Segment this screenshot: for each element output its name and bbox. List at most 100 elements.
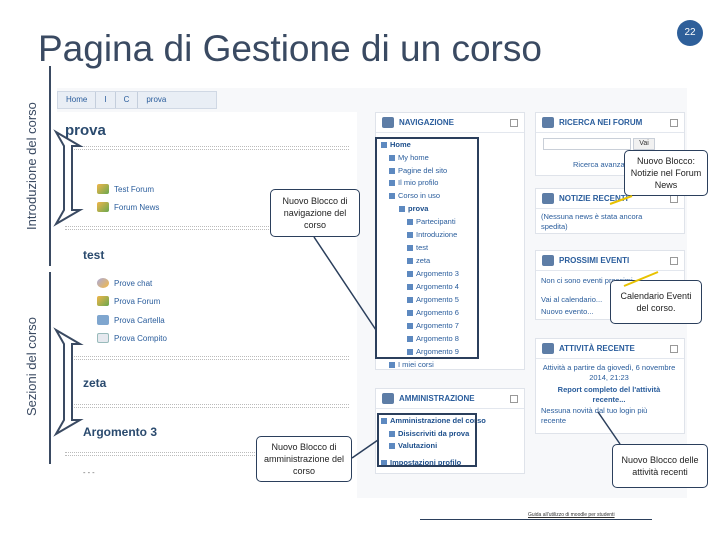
- divider: [65, 404, 349, 408]
- section-test-title[interactable]: test: [83, 248, 104, 262]
- bullet-icon: [381, 459, 387, 466]
- bullet-icon: [389, 167, 395, 174]
- administration-block-header[interactable]: AMMINISTRAZIONE: [376, 389, 524, 409]
- navigation-icon: [382, 117, 394, 128]
- nav-argomento-9[interactable]: Argomento 9: [407, 347, 459, 356]
- label-course-intro: Introduzione del corso: [24, 102, 39, 230]
- divider: [65, 356, 349, 360]
- nav-argomento-4[interactable]: Argomento 4: [407, 282, 459, 291]
- admin-unenrol[interactable]: Disiscriviti da prova: [389, 429, 469, 438]
- chat-icon: [542, 117, 554, 128]
- home-icon: [381, 141, 387, 148]
- clock-icon: [542, 343, 554, 354]
- divider: [65, 146, 349, 150]
- unenrol-icon: [389, 430, 395, 437]
- nav-argomento-8[interactable]: Argomento 8: [407, 334, 459, 343]
- nav-site-pages[interactable]: Pagine del sito: [389, 166, 447, 175]
- activity-prove-chat[interactable]: Prove chat: [97, 278, 152, 288]
- folder-icon: [407, 283, 413, 290]
- nav-my-courses[interactable]: I miei corsi: [389, 360, 434, 369]
- breadcrumb-c[interactable]: C: [116, 92, 139, 108]
- collapse-icon[interactable]: [670, 344, 678, 353]
- nav-my-profile[interactable]: Il mio profilo: [389, 178, 438, 187]
- callout-recent-block: Nuovo Blocco delle attività recenti: [612, 444, 708, 488]
- folder-icon: [407, 257, 413, 264]
- bullet-icon: [389, 154, 395, 161]
- folder-icon: [407, 218, 413, 225]
- folder-icon: [407, 244, 413, 251]
- navigation-block-header[interactable]: NAVIGAZIONE: [376, 113, 524, 133]
- forum-icon: [97, 184, 109, 194]
- breadcrumb-home[interactable]: Home: [58, 92, 97, 108]
- intro-bar: [49, 66, 51, 266]
- collapse-icon[interactable]: [510, 118, 518, 127]
- forum-search-block-header[interactable]: RICERCA NEI FORUM: [536, 113, 684, 133]
- callout-calendar: Calendario Eventi del corso.: [610, 280, 702, 324]
- folder-icon: [97, 315, 109, 325]
- admin-grades[interactable]: Valutazioni: [389, 441, 437, 450]
- gear-icon: [382, 393, 394, 404]
- nav-introduzione[interactable]: Introduzione: [407, 230, 457, 239]
- folder-icon: [407, 348, 413, 355]
- label-course-sections: Sezioni del corso: [24, 317, 39, 417]
- nav-argomento-5[interactable]: Argomento 5: [407, 295, 459, 304]
- nav-zeta[interactable]: zeta: [407, 256, 430, 265]
- forum-search-button[interactable]: Vai: [633, 138, 655, 150]
- nav-my-home[interactable]: My home: [389, 153, 429, 162]
- activity-forum-news[interactable]: Forum News: [97, 202, 159, 212]
- activity-prova-forum[interactable]: Prova Forum: [97, 296, 160, 306]
- bullet-icon: [399, 205, 405, 212]
- collapse-icon[interactable]: [670, 118, 678, 127]
- chat-icon: [97, 278, 109, 288]
- nav-argomento-6[interactable]: Argomento 6: [407, 308, 459, 317]
- admin-profile-settings[interactable]: Impostazioni profilo: [381, 458, 461, 467]
- footer-line: [420, 519, 652, 520]
- calendar-link[interactable]: Vai al calendario...: [541, 295, 602, 305]
- callout-admin-block: Nuovo Blocco di amministrazione del cors…: [256, 436, 352, 482]
- moodle-screenshot: Home I C prova prova Test Forum Forum Ne…: [57, 88, 687, 498]
- nav-current-course[interactable]: Corso in uso: [389, 191, 440, 200]
- sections-bar: [49, 272, 51, 464]
- folder-icon: [407, 296, 413, 303]
- nav-test[interactable]: test: [407, 243, 428, 252]
- activity-prova-compito[interactable]: Prova Compito: [97, 333, 167, 343]
- bullet-icon: [389, 179, 395, 186]
- breadcrumb-i[interactable]: I: [96, 92, 116, 108]
- nav-argomento-7[interactable]: Argomento 7: [407, 321, 459, 330]
- collapse-icon[interactable]: [510, 394, 518, 403]
- nav-course-prova[interactable]: prova: [399, 204, 428, 213]
- section-argomento-3-title[interactable]: Argomento 3: [83, 425, 157, 439]
- folder-icon: [407, 335, 413, 342]
- course-title: prova: [65, 122, 106, 139]
- activity-test-forum[interactable]: Test Forum: [97, 184, 154, 194]
- nav-argomento-3[interactable]: Argomento 3: [407, 269, 459, 278]
- forum-search-input[interactable]: [543, 138, 631, 150]
- calendar-icon: [542, 255, 554, 266]
- forum-icon: [97, 202, 109, 212]
- recent-activity-since: Attività a partire da giovedì, 6 novembr…: [542, 363, 676, 382]
- breadcrumb-course[interactable]: prova: [138, 92, 174, 108]
- grades-icon: [389, 442, 395, 449]
- recent-activity-none: Nessuna novità dal tuo login più recente: [541, 406, 648, 425]
- nav-participants[interactable]: Partecipanti: [407, 217, 456, 226]
- section-partial-text: - - -: [83, 468, 95, 477]
- activity-prova-cartella[interactable]: Prova Cartella: [97, 315, 165, 325]
- callout-forum-news: Nuovo Blocco: Notizie nel Forum News: [624, 150, 708, 196]
- folder-icon: [407, 309, 413, 316]
- megaphone-icon: [542, 193, 554, 204]
- recent-activity-block-header[interactable]: ATTIVITÀ RECENTE: [536, 339, 684, 359]
- admin-course-admin[interactable]: Amministrazione del corso: [381, 416, 486, 425]
- new-event-link[interactable]: Nuovo evento...: [541, 307, 594, 317]
- events-block-header[interactable]: PROSSIMI EVENTI: [536, 251, 684, 271]
- forum-icon: [97, 296, 109, 306]
- bullet-icon: [389, 192, 395, 199]
- folder-icon: [407, 231, 413, 238]
- section-zeta-title[interactable]: zeta: [83, 376, 106, 390]
- collapse-icon[interactable]: [670, 256, 678, 265]
- recent-activity-report-link[interactable]: Report completo del l'attività recente..…: [541, 385, 677, 405]
- callout-nav-block: Nuovo Blocco di navigazione del corso: [270, 189, 360, 237]
- bullet-icon: [381, 417, 387, 424]
- advanced-search-link[interactable]: Ricerca avanzata: [573, 160, 631, 170]
- footer-text: Guida all'utilizzo di moodle per student…: [528, 512, 615, 518]
- nav-home[interactable]: Home: [381, 140, 411, 149]
